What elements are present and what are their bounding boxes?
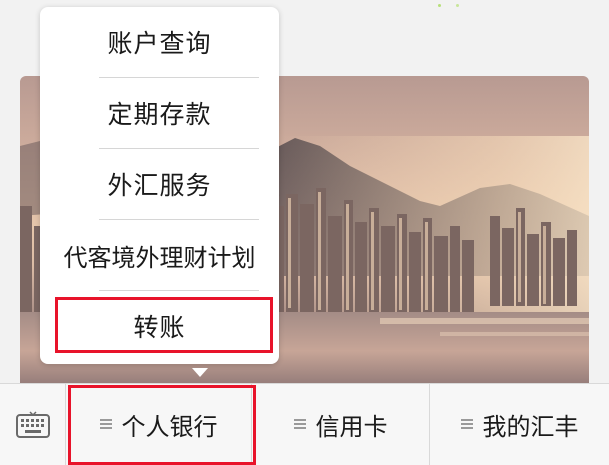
menu-item-label: 账户查询: [107, 29, 212, 58]
tab-credit-card[interactable]: 信用卡: [252, 384, 430, 465]
tab-label: 个人银行: [121, 413, 218, 441]
menu-item-label: 定期存款: [107, 100, 212, 129]
menu-item-forex-service[interactable]: 外汇服务: [40, 149, 279, 219]
menu-item-time-deposit[interactable]: 定期存款: [40, 78, 279, 148]
menu-lines-icon: [293, 419, 306, 430]
wechat-chat-screen: 账户查询 定期存款 外汇服务 代客境外理财计划 转账 个人银行 信用卡 我的汇丰: [0, 0, 609, 465]
popup-pointer-arrow: [192, 368, 208, 377]
menu-item-label: 转账: [133, 313, 186, 342]
tab-my-hsbc[interactable]: 我的汇丰: [430, 384, 609, 465]
keyboard-icon: [15, 410, 50, 438]
menu-item-label: 代客境外理财计划: [63, 243, 256, 272]
tab-label: 我的汇丰: [482, 413, 579, 441]
keyboard-toggle-button[interactable]: [0, 384, 66, 465]
decorative-dot: [456, 4, 459, 7]
menu-item-account-inquiry[interactable]: 账户查询: [40, 7, 279, 77]
menu-lines-icon: [460, 419, 473, 430]
tab-personal-banking[interactable]: 个人银行: [66, 384, 252, 465]
bottom-menu-bar: 个人银行 信用卡 我的汇丰: [0, 383, 609, 465]
menu-lines-icon: [99, 419, 112, 430]
menu-item-qdii-wealth-plan[interactable]: 代客境外理财计划: [40, 220, 279, 290]
menu-item-label: 外汇服务: [107, 171, 212, 200]
tab-label: 信用卡: [315, 413, 388, 441]
popup-menu: 账户查询 定期存款 外汇服务 代客境外理财计划 转账: [40, 7, 279, 377]
decorative-dot: [438, 4, 441, 7]
menu-item-transfer[interactable]: 转账: [40, 291, 279, 361]
